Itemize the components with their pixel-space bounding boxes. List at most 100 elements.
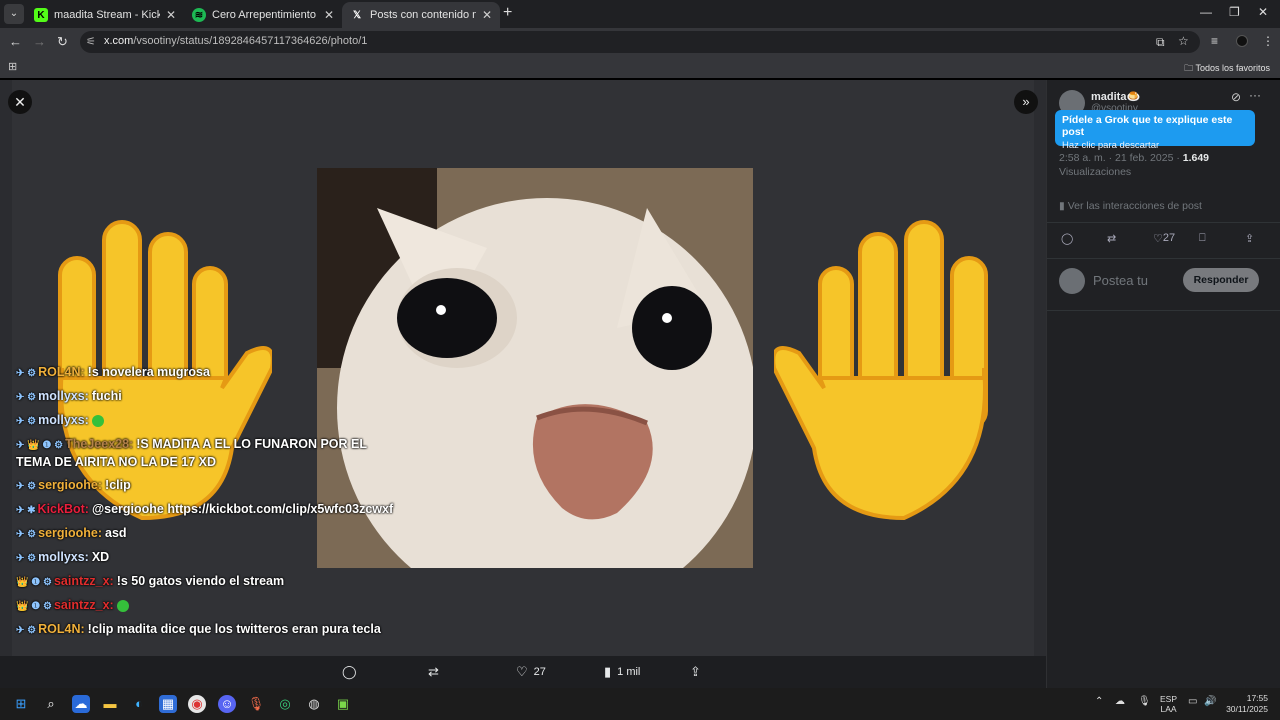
clock[interactable]: 17:55 30/11/2025 <box>1222 693 1268 715</box>
repost-icon: ⇄ <box>428 664 439 679</box>
bookmark-star-icon[interactable]: ☆ <box>1178 34 1189 48</box>
chat-message: 👑 ❶ ⚙ saintzz_x: !s 50 gatos viendo el str… <box>16 573 396 591</box>
forward-icon[interactable]: → <box>33 34 46 49</box>
site-info-icon[interactable]: ⚟ <box>86 35 96 48</box>
cloud-icon[interactable]: ☁ <box>1115 696 1125 707</box>
post-timestamp: 2:58 a. m. · 21 feb. 2025 · 1.649 <box>1059 152 1210 164</box>
like-button[interactable]: ♡ 27 <box>1153 232 1175 245</box>
bookmark-icon[interactable]: ⎕ <box>1199 232 1206 245</box>
chevron-up-icon[interactable]: ⌃ <box>1095 696 1103 707</box>
chat-text: @sergioohe https://kickbot.com/clip/x5wf… <box>91 502 394 516</box>
reload-icon[interactable]: ↻ <box>57 34 68 50</box>
like-button[interactable]: ♡ 27 <box>516 664 546 680</box>
chat-username: KickBot: <box>37 502 89 516</box>
badge-icons: ✈ ⚙ <box>16 416 37 427</box>
kick-icon: K <box>34 8 48 22</box>
post-actions-row: ◯ ⇄ ♡ 27 ⎕ ⇪ <box>1047 232 1280 248</box>
monitor-icon[interactable]: ▭ <box>1188 696 1197 707</box>
emote-icon <box>91 414 104 427</box>
close-icon[interactable]: ✕ <box>482 8 492 22</box>
badge-icons: ✈ 👑 ❶ ⚙ <box>16 440 64 451</box>
bookmarks-bar: ⊞ 🗀 Todos los favoritos <box>0 56 1280 78</box>
new-tab-button[interactable]: + <box>503 4 512 22</box>
share-button[interactable]: ⇪ <box>690 664 701 680</box>
minecraft-icon[interactable]: ▣ <box>334 695 352 713</box>
chat-username: saintzz_x: <box>53 574 114 588</box>
reply-input[interactable]: Postea tu <box>1093 273 1148 288</box>
chrome-icon[interactable]: ◉ <box>188 695 206 713</box>
chat-username: mollyxs: <box>38 550 89 564</box>
share-icon[interactable]: ⇪ <box>1245 232 1254 245</box>
minimize-icon[interactable]: — <box>1200 5 1212 19</box>
windows-start-icon[interactable]: ⊞ <box>12 695 30 713</box>
close-icon[interactable]: ✕ <box>324 8 334 22</box>
profile-avatar[interactable] <box>1236 35 1248 47</box>
chat-username: sergioohe: <box>38 478 103 492</box>
author-name[interactable]: madita🍮 <box>1091 90 1140 103</box>
expand-panel-icon[interactable]: » <box>1014 90 1038 114</box>
chat-username: sergioohe: <box>38 526 103 540</box>
heart-icon: ♡ <box>516 664 528 679</box>
tab-x-posts[interactable]: 𝕏 Posts con contenido multimedia ✕ <box>342 2 500 28</box>
repost-button[interactable]: ⇄ <box>428 664 439 680</box>
tab-title: Posts con contenido multimedia <box>370 9 476 21</box>
chat-username: saintzz_x: <box>53 598 114 612</box>
search-icon[interactable]: ⌕ <box>42 695 60 713</box>
badge-icons: 👑 ❶ ⚙ <box>16 601 52 612</box>
grok-icon[interactable]: ⊘ <box>1231 90 1241 104</box>
microphone-icon[interactable]: 🎙 <box>247 695 265 713</box>
badge-icons: ✈ ⚙ <box>16 529 37 540</box>
chat-message: ✈ ⚙ mollyxs: XD <box>16 549 396 567</box>
media-stage: ✈ ⚙ ROL4N: !s novelera mugrosa ✈ ⚙ mollyxs:… <box>12 80 1034 656</box>
chat-username: ROL4N: <box>38 622 85 636</box>
more-options-icon[interactable]: ··· <box>1249 88 1261 102</box>
close-window-icon[interactable]: ✕ <box>1258 5 1268 19</box>
grok-tooltip[interactable]: Pídele a Grok que te explique este post … <box>1055 110 1255 151</box>
tab-search-button[interactable]: ⌄ <box>4 4 24 24</box>
view-interactions-link[interactable]: ▮ Ver las interacciones de post <box>1059 200 1202 212</box>
edge-icon[interactable]: ◐ <box>130 695 148 713</box>
stream-chat-overlay: ✈ ⚙ ROL4N: !s novelera mugrosa ✈ ⚙ mollyxs:… <box>16 364 396 645</box>
all-bookmarks-button[interactable]: 🗀 Todos los favoritos <box>1184 61 1270 77</box>
reply-icon[interactable]: ◯ <box>1061 232 1073 245</box>
widgets-icon[interactable]: ☁ <box>72 695 90 713</box>
store-icon[interactable]: ▦ <box>159 695 177 713</box>
chat-message: ✈ ⚙ sergioohe: !clip <box>16 477 396 495</box>
apps-grid-icon[interactable]: ⊞ <box>8 60 17 73</box>
file-explorer-icon[interactable]: ▬ <box>101 695 119 713</box>
chat-username: mollyxs: <box>38 413 89 427</box>
chat-message: ✈ ⚙ mollyxs: fuchi <box>16 388 396 406</box>
menu-icon[interactable]: ⋮ <box>1262 34 1274 48</box>
repost-icon[interactable]: ⇄ <box>1107 232 1116 245</box>
address-bar[interactable]: ⚟ x.com/vsootiny/status/1892846457117364… <box>80 31 1200 53</box>
obs-icon[interactable]: ◍ <box>305 695 323 713</box>
tab-spotify[interactable]: ≋ Cero Arrepentimiento • TheDaze ✕ <box>184 2 342 28</box>
chat-message: 👑 ❶ ⚙ saintzz_x: <box>16 597 396 615</box>
volume-icon[interactable]: 🔊 <box>1204 696 1216 707</box>
language-indicator[interactable]: ESP LAA <box>1160 694 1177 714</box>
chat-message: ✈ ✱ KickBot: @sergioohe https://kickbot.co… <box>16 501 396 519</box>
close-icon[interactable]: ✕ <box>166 8 176 22</box>
raised-hand-icon <box>774 220 988 521</box>
restore-icon[interactable]: ❐ <box>1229 5 1240 19</box>
chat-message: ✈ ⚙ ROL4N: !clip madita dice que los twitt… <box>16 621 396 639</box>
app-icon[interactable]: ◎ <box>276 695 294 713</box>
reply-submit-button[interactable]: Responder <box>1183 268 1259 292</box>
back-icon[interactable]: ← <box>9 34 22 49</box>
media-controls-icon[interactable]: ≡ <box>1211 34 1218 48</box>
tab-kick[interactable]: K maadita Stream - Kick Dashboard ✕ <box>26 2 184 28</box>
badge-icons: ✈ ⚙ <box>16 392 37 403</box>
views-button[interactable]: ▮ 1 mil <box>604 664 640 680</box>
discord-icon[interactable]: ☺ <box>218 695 236 713</box>
mic-tray-icon[interactable]: 🎙 <box>1138 696 1151 707</box>
chat-text: fuchi <box>91 389 122 403</box>
views-label: Visualizaciones <box>1059 166 1132 178</box>
reply-button[interactable]: ◯ <box>342 664 357 680</box>
divider <box>1047 258 1280 259</box>
x-icon: 𝕏 <box>352 9 362 21</box>
url-text[interactable]: x.com/vsootiny/status/189284645711736462… <box>104 35 367 47</box>
browser-toolbar: ← → ↻ ⚟ x.com/vsootiny/status/1892846457… <box>0 28 1280 56</box>
install-app-icon[interactable]: ⧉ <box>1156 35 1165 50</box>
chat-username: mollyxs: <box>38 389 89 403</box>
close-icon[interactable]: ✕ <box>8 90 32 114</box>
